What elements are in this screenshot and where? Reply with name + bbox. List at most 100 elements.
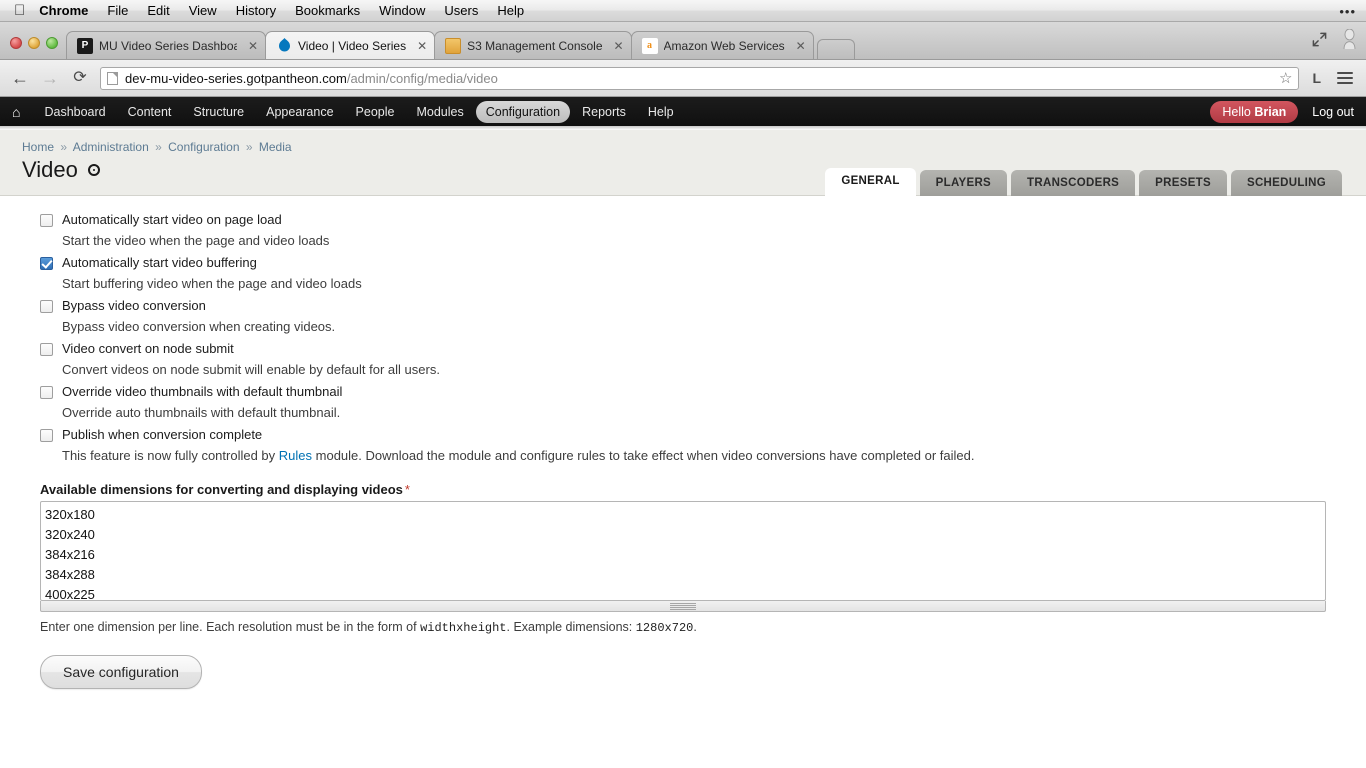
user-greeting-badge[interactable]: Hello Brian [1210, 100, 1299, 123]
user-avatar-icon[interactable] [1341, 28, 1358, 54]
video-settings-form: Automatically start video on page load S… [0, 196, 1366, 689]
tab-general[interactable]: GENERAL [825, 167, 916, 196]
breadcrumb-item-home[interactable]: Home [22, 140, 54, 154]
browser-toolbar: ← → ⟳ dev-mu-video-series.gotpantheon.co… [0, 60, 1366, 97]
checkbox-label: Automatically start video on page load [62, 212, 282, 227]
reload-button[interactable]: ⟳ [70, 70, 90, 86]
browser-tab-2[interactable]: Video | Video Series ✕ [265, 31, 436, 59]
dimensions-label-text: Available dimensions for converting and … [40, 482, 403, 497]
admin-link-configuration[interactable]: Configuration [475, 100, 571, 123]
help-text-pre: Enter one dimension per line. Each resol… [40, 620, 421, 634]
browser-tab-3[interactable]: S3 Management Console ✕ [434, 31, 632, 59]
dimensions-field-block: Available dimensions for converting and … [0, 470, 1366, 635]
window-close-button[interactable] [10, 37, 22, 49]
browser-tabstrip: P MU Video Series Dashboar ✕ Video | Vid… [0, 22, 1366, 60]
checkbox-label: Video convert on node submit [62, 341, 234, 356]
logout-link[interactable]: Log out [1312, 105, 1354, 119]
menu-item-help[interactable]: Help [497, 3, 524, 18]
checkbox-description: Start buffering video when the page and … [62, 276, 362, 291]
checkbox-description: Start the video when the page and video … [62, 233, 330, 248]
back-button[interactable]: ← [10, 69, 30, 87]
breadcrumb-item-administration[interactable]: Administration [73, 140, 149, 154]
tab-close-icon[interactable]: ✕ [247, 39, 259, 53]
breadcrumb-separator: » [155, 140, 162, 154]
address-bar[interactable]: dev-mu-video-series.gotpantheon.com /adm… [100, 66, 1300, 90]
url-path-text: /admin/config/media/video [346, 70, 498, 86]
checkbox-label: Automatically start video buffering [62, 255, 257, 270]
checkbox-description: Convert videos on node submit will enabl… [62, 362, 440, 377]
menu-item-view[interactable]: View [189, 3, 217, 18]
tab-close-icon[interactable]: ✕ [795, 39, 807, 53]
textarea-resize-grippie[interactable] [40, 601, 1326, 612]
window-zoom-button[interactable] [46, 37, 58, 49]
checkbox-label: Publish when conversion complete [62, 427, 263, 442]
profile-avatar-button[interactable]: L [1309, 70, 1324, 86]
admin-toolbar-user-area: Hello Brian Log out [1210, 97, 1354, 126]
tab-close-icon[interactable]: ✕ [416, 39, 428, 53]
rules-module-link[interactable]: Rules [279, 448, 312, 463]
tab-presets[interactable]: PRESETS [1139, 169, 1227, 196]
admin-link-appearance[interactable]: Appearance [256, 101, 343, 123]
tab-transcoders[interactable]: TRANSCODERS [1011, 169, 1136, 196]
forward-button[interactable]: → [40, 69, 60, 87]
save-configuration-button[interactable]: Save configuration [40, 655, 202, 689]
menu-item-edit[interactable]: Edit [147, 3, 169, 18]
fullscreen-arrows-icon[interactable] [1312, 32, 1327, 52]
form-row-publish-on-complete: Publish when conversion complete This fe… [0, 427, 1366, 464]
tab-close-icon[interactable]: ✕ [613, 39, 625, 53]
form-row-convert-on-submit: Video convert on node submit Convert vid… [0, 341, 1366, 378]
checkbox-convert-on-node-submit[interactable] [40, 343, 53, 356]
menubar-status-area: ••• [1339, 0, 1356, 22]
form-row-autostart-page-load: Automatically start video on page load S… [0, 212, 1366, 249]
menu-item-file[interactable]: File [107, 3, 128, 18]
admin-link-people[interactable]: People [346, 101, 405, 123]
tab-scheduling[interactable]: SCHEDULING [1230, 169, 1342, 196]
admin-link-help[interactable]: Help [638, 101, 684, 123]
description-text-pre: This feature is now fully controlled by [62, 448, 279, 463]
browser-tab-4[interactable]: a Amazon Web Services ✕ [630, 31, 814, 59]
new-tab-button[interactable] [816, 39, 855, 59]
checkbox-override-thumbnails[interactable] [40, 386, 53, 399]
page-title: Video [22, 157, 78, 182]
menu-item-window[interactable]: Window [379, 3, 425, 18]
admin-link-structure[interactable]: Structure [183, 101, 254, 123]
pantheon-favicon-icon: P [77, 37, 93, 54]
menu-item-chrome[interactable]: Chrome [39, 3, 88, 18]
browser-tab-title: S3 Management Console [467, 38, 603, 53]
apple-logo-icon[interactable]:  [14, 3, 25, 18]
checkbox-publish-when-complete[interactable] [40, 429, 53, 442]
menu-item-history[interactable]: History [236, 3, 276, 18]
breadcrumb-item-media[interactable]: Media [259, 140, 292, 154]
gear-icon[interactable] [87, 164, 100, 176]
page-content: Home » Administration » Configuration » … [0, 130, 1366, 768]
tab-players[interactable]: PLAYERS [919, 169, 1008, 196]
page-document-icon [107, 71, 118, 85]
checkbox-bypass-conversion[interactable] [40, 300, 53, 313]
admin-link-modules[interactable]: Modules [406, 101, 473, 123]
help-text-mid: . Example dimensions: [506, 620, 636, 634]
window-minimize-button[interactable] [28, 37, 40, 49]
breadcrumb-item-configuration[interactable]: Configuration [168, 140, 239, 154]
menu-item-bookmarks[interactable]: Bookmarks [295, 3, 360, 18]
bookmark-star-icon[interactable]: ☆ [1279, 69, 1292, 87]
checkbox-label: Bypass video conversion [62, 298, 206, 313]
amazon-favicon-icon: a [641, 37, 658, 54]
menu-item-users[interactable]: Users [444, 3, 478, 18]
admin-link-reports[interactable]: Reports [572, 101, 636, 123]
home-icon[interactable]: ⌂ [12, 105, 20, 119]
admin-link-content[interactable]: Content [118, 101, 182, 123]
checkbox-label: Override video thumbnails with default t… [62, 384, 343, 399]
hamburger-menu-icon[interactable] [1334, 72, 1356, 84]
checkbox-autostart-buffering[interactable] [40, 257, 53, 270]
greeting-prefix: Hello [1222, 104, 1255, 119]
admin-link-dashboard[interactable]: Dashboard [34, 101, 115, 123]
breadcrumb-separator: » [60, 140, 68, 154]
browser-tab-1[interactable]: P MU Video Series Dashboar ✕ [66, 31, 266, 59]
checkbox-autostart-page-load[interactable] [40, 214, 53, 227]
dimensions-textarea[interactable] [40, 501, 1326, 601]
page-header: Home » Administration » Configuration » … [0, 130, 1366, 196]
url-host-text: dev-mu-video-series.gotpantheon.com [125, 70, 347, 86]
settings-tabs: GENERAL PLAYERS TRANSCODERS PRESETS SCHE… [825, 167, 1342, 196]
overflow-dots-icon[interactable]: ••• [1339, 4, 1356, 19]
checkbox-description: Override auto thumbnails with default th… [62, 405, 341, 420]
